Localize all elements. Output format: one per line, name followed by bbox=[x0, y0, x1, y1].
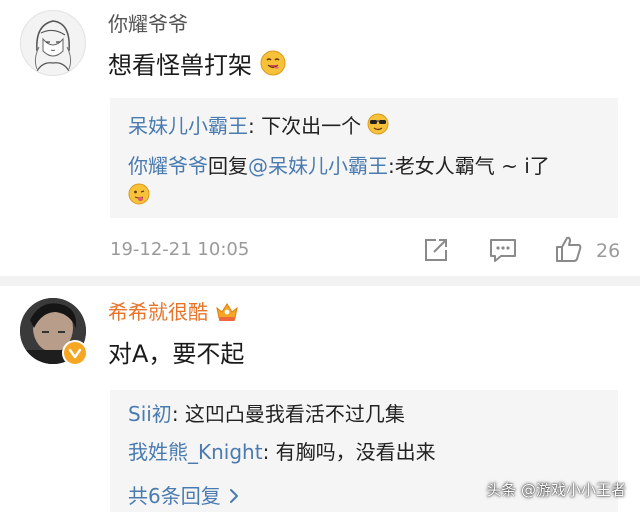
username-text[interactable]: 希希就很酷 bbox=[108, 300, 208, 324]
reply-text: 有胸吗，没看出来 bbox=[275, 440, 436, 464]
share-icon[interactable] bbox=[422, 236, 450, 268]
like-count: 26 bbox=[596, 240, 621, 262]
reply-line: 你耀爷爷回复@呆妹儿小霸王:老女人霸气 ~ i了 bbox=[128, 152, 550, 180]
username[interactable]: 你耀爷爷 bbox=[108, 12, 188, 36]
more-replies-label[interactable]: 共6条回复 bbox=[128, 484, 221, 508]
chevron-right-icon bbox=[227, 486, 241, 510]
reply-separator: : bbox=[262, 440, 276, 464]
sunglasses-emoji bbox=[367, 113, 389, 142]
reply-line: 我姓熊_Knight: 有胸吗，没看出来 bbox=[128, 438, 436, 466]
username[interactable]: 希希就很酷 bbox=[108, 300, 240, 327]
reply-author[interactable]: 呆妹儿小霸王 bbox=[128, 114, 248, 138]
watermark: 头条 @游戏小小王者 bbox=[486, 481, 626, 499]
like-icon[interactable] bbox=[554, 234, 584, 268]
reply-word: 回复 bbox=[208, 154, 248, 178]
reply-text: 下次出一个 bbox=[261, 114, 362, 138]
reply-text: 这凹凸曼我看活不过几集 bbox=[184, 402, 405, 426]
crown-vip-icon bbox=[214, 300, 240, 327]
comment-text: 想看怪兽打架 bbox=[108, 50, 286, 83]
comment-icon[interactable] bbox=[488, 236, 518, 268]
reply-separator: : bbox=[171, 402, 185, 426]
comment-body: 想看怪兽打架 bbox=[108, 51, 252, 80]
reply-author[interactable]: 我姓熊_Knight bbox=[128, 440, 263, 464]
tongue-emoji bbox=[128, 183, 150, 209]
verified-badge-icon bbox=[62, 340, 88, 366]
reply-author[interactable]: 你耀爷爷 bbox=[128, 154, 208, 178]
reply-line: 呆妹儿小霸王: 下次出一个 bbox=[128, 112, 389, 142]
yum-emoji bbox=[260, 50, 286, 83]
reply-separator: : bbox=[248, 114, 262, 138]
comment-body: 对A，要不起 bbox=[108, 340, 245, 368]
divider bbox=[0, 276, 640, 286]
reply-line: Sii初: 这凹凸曼我看活不过几集 bbox=[128, 400, 405, 428]
reply-author[interactable]: Sii初 bbox=[128, 402, 172, 426]
avatar[interactable] bbox=[20, 10, 86, 76]
reply-text: 老女人霸气 ~ i了 bbox=[394, 154, 550, 178]
more-replies-link[interactable]: 共6条回复 bbox=[128, 480, 241, 510]
reply-mention[interactable]: @呆妹儿小霸王 bbox=[248, 154, 388, 178]
timestamp: 19-12-21 10:05 bbox=[110, 239, 250, 260]
reply-separator: : bbox=[388, 154, 395, 178]
